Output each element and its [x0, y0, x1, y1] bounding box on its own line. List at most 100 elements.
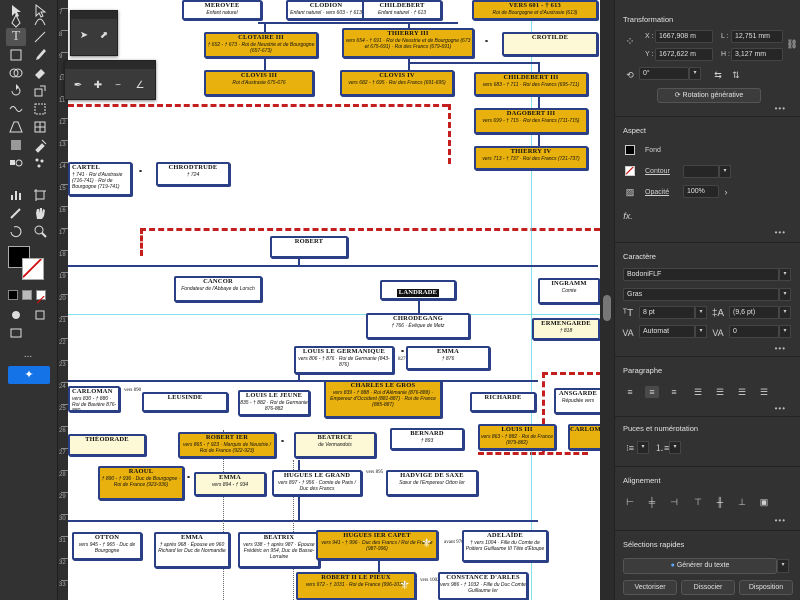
graph-icon[interactable]	[6, 186, 26, 204]
scroll-thumb[interactable]	[603, 295, 611, 321]
font-size-dropdown[interactable]: ▾	[695, 306, 707, 319]
add-anchor-icon[interactable]: ✚	[91, 79, 105, 93]
kerning-dropdown[interactable]: ▾	[695, 325, 707, 338]
reference-point-icon[interactable]: ⁘	[623, 36, 637, 48]
person-box[interactable]: LOUIS le Germanique vers 806 - † 876 · Ro…	[294, 346, 394, 374]
person-box[interactable]: DAGOBERT III vers 699 - † 715 · Roi des F…	[474, 108, 588, 134]
person-box[interactable]: CONSTANCE d'Arles vers 986 - † 1032 · Fil…	[438, 572, 528, 600]
justify-right-icon[interactable]: ☰	[735, 386, 749, 398]
ungroup-button[interactable]: Dissocier	[681, 580, 735, 595]
contextual-task-bar-button[interactable]: ✦	[8, 366, 50, 384]
person-box[interactable]: RAOUL † 890 - † 936 · Duc de Bourgogne · …	[98, 466, 184, 500]
rotation-field[interactable]: 0°	[639, 67, 689, 80]
gradient-mode-icon[interactable]	[22, 290, 32, 300]
numbered-list-dropdown[interactable]: ▾	[669, 441, 681, 454]
person-box[interactable]: vers 601 - † 613 Roi de Bourgogne et d'Au…	[472, 0, 598, 20]
person-box[interactable]: THIERRY IV vers 713 - † 737 · Roi des Fra…	[474, 146, 588, 170]
rotate-icon[interactable]	[6, 82, 26, 100]
perspective-icon[interactable]	[6, 118, 26, 136]
person-box[interactable]: EMMA † 876	[406, 346, 490, 370]
generative-rotation-button[interactable]: ⟳ Rotation générative	[657, 88, 761, 103]
person-box[interactable]: CROTILDE	[502, 32, 598, 56]
more-tools-icon[interactable]: ...	[18, 346, 38, 364]
more-options-icon[interactable]: •••	[775, 344, 786, 353]
person-box[interactable]: HUGUES Ier CAPET vers 941 - † 996 · Duc d…	[316, 530, 438, 560]
flip-horizontal-icon[interactable]: ⇆	[711, 69, 725, 81]
align-vertical-center-icon[interactable]: ╫	[713, 496, 727, 508]
stroke-color-swatch[interactable]	[22, 258, 44, 280]
leading-dropdown[interactable]: ▾	[779, 306, 791, 319]
rotate-view-icon[interactable]	[6, 222, 26, 240]
person-box[interactable]: HUGUES le Grand vers 897 - † 956 · Comte …	[272, 470, 362, 496]
font-size-field[interactable]: 8 pt	[639, 306, 695, 319]
height-field[interactable]: 3,127 mm	[731, 48, 783, 61]
y-field[interactable]: 1672,622 m	[655, 48, 713, 61]
person-box[interactable]: OTTON vers 945 - † 965 · Duc de Bourgogne	[72, 532, 142, 560]
guide-horizontal[interactable]	[68, 314, 608, 315]
person-box[interactable]: EMMA † après 968 · Épouse en 960 Richard …	[154, 532, 230, 568]
person-box[interactable]: CLOVIS III Roi d'Austrasie 675-676	[204, 70, 314, 96]
eyedropper-icon[interactable]	[30, 136, 50, 154]
stroke-label[interactable]: Contour	[645, 168, 670, 175]
scale-icon[interactable]	[30, 82, 50, 100]
generate-text-dropdown[interactable]: ▾	[777, 559, 789, 573]
align-left-icon[interactable]: ≡	[623, 386, 637, 398]
arrange-button[interactable]: Disposition	[739, 580, 793, 595]
font-family-dropdown[interactable]: ▾	[779, 268, 791, 281]
artboard-icon[interactable]	[30, 186, 50, 204]
line-icon[interactable]	[30, 28, 50, 46]
align-left-edges-icon[interactable]: ⊢	[623, 496, 637, 508]
blend-icon[interactable]	[6, 154, 26, 172]
person-box[interactable]: LEUSINDE	[142, 392, 228, 412]
align-right-edges-icon[interactable]: ⊣	[667, 496, 681, 508]
shape-builder-icon[interactable]	[6, 64, 26, 82]
floating-select-panel[interactable]: ➤ ⬈	[70, 10, 118, 56]
pen-icon[interactable]: ✒	[71, 79, 85, 93]
align-to-icon[interactable]: ▣	[757, 496, 771, 508]
person-box[interactable]: EMMA vers 894 - † 934	[194, 472, 266, 496]
flip-vertical-icon[interactable]: ⇅	[729, 69, 743, 81]
zoom-icon[interactable]	[30, 222, 50, 240]
justify-center-icon[interactable]: ☰	[713, 386, 727, 398]
type-icon[interactable]: T	[6, 28, 26, 46]
generate-text-button[interactable]: ● Générer du texte	[623, 558, 777, 574]
rectangle-icon[interactable]	[6, 46, 26, 64]
chevron-right-icon[interactable]: ›	[719, 186, 733, 198]
draw-normal-icon[interactable]	[6, 306, 26, 324]
person-box[interactable]: CLODION Enfant naturel · vers 603 - † 613	[286, 0, 366, 20]
more-options-icon[interactable]: •••	[775, 516, 786, 525]
stroke-weight-field[interactable]	[683, 165, 719, 178]
person-box[interactable]: CHILDEBERT III vers 683 - † 711 · Roi des…	[474, 72, 588, 96]
gradient-icon[interactable]	[6, 136, 26, 154]
floating-pen-panel[interactable]: ✒ ✚ − ∠	[64, 60, 156, 100]
direct-selection-icon[interactable]: ⬈	[97, 29, 111, 43]
stroke-weight-dropdown[interactable]: ▾	[719, 165, 731, 178]
person-box[interactable]: ROBERT II le Pieux vers 972 - † 1031 · Ro…	[296, 572, 416, 600]
fill-swatch[interactable]	[625, 145, 635, 155]
free-transform-icon[interactable]	[30, 100, 50, 118]
tracking-dropdown[interactable]: ▾	[779, 325, 791, 338]
person-box[interactable]: CARLOMAN	[568, 424, 602, 450]
person-box[interactable]: CARLOMAN vers 830 - † 880 · Roi de Bavièr…	[68, 386, 120, 412]
person-box[interactable]: CARTEL † 741 · Roi d'Austrasie (716-741) …	[68, 162, 132, 196]
person-box[interactable]: THIERRY III vers 654 - † 691 · Roi de Neu…	[342, 28, 474, 58]
slice-icon[interactable]	[6, 204, 26, 222]
align-center-icon[interactable]: ≡	[645, 386, 659, 398]
selection-icon[interactable]: ➤	[77, 29, 91, 43]
opacity-label[interactable]: Opacité	[645, 189, 669, 196]
draw-behind-icon[interactable]	[30, 306, 50, 324]
font-style-dropdown[interactable]: ▾	[779, 288, 791, 301]
person-box[interactable]: THÉODRADE	[68, 434, 146, 456]
eraser-icon[interactable]	[30, 64, 50, 82]
more-options-icon[interactable]: •••	[775, 404, 786, 413]
person-box[interactable]: RICHARDE	[470, 392, 536, 412]
person-box[interactable]: ADELAÏDE † vers 1004 · Fille du Comte de …	[462, 530, 548, 562]
panel-grip[interactable]	[71, 11, 117, 19]
artboard-canvas[interactable]: 7 8 9 10 11 12 13 14 15 16 17 18 19 20 21 22 23 24 25 26 27 2…	[58, 0, 611, 600]
screen-mode-icon[interactable]	[6, 324, 26, 342]
person-box[interactable]: ROBERT	[270, 236, 348, 258]
font-style-field[interactable]: Gras	[623, 288, 779, 301]
person-box[interactable]: LOUIS le Jeune 835 - † 882 · Roi de Germa…	[238, 390, 310, 416]
warp-icon[interactable]	[6, 100, 26, 118]
align-right-icon[interactable]: ≡	[667, 386, 681, 398]
